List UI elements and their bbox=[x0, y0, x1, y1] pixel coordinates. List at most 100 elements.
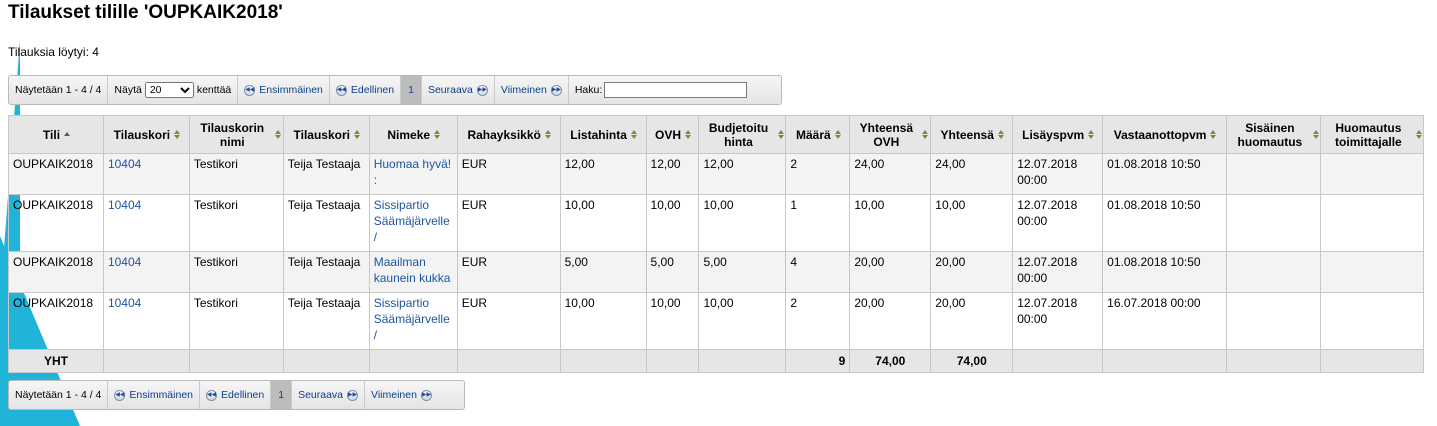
column-header-label: Yhteensä bbox=[940, 127, 994, 142]
basket-link[interactable]: 10404 bbox=[108, 198, 141, 212]
cell-total: 20,00 bbox=[930, 251, 1014, 293]
cell-basket-name: Testikori bbox=[188, 153, 284, 195]
column-header-content: Nimeke bbox=[387, 127, 441, 142]
search-label: Haku: bbox=[574, 84, 603, 96]
column-header-label: Nimeke bbox=[387, 127, 431, 142]
cell-ovh: 10,00 bbox=[645, 194, 700, 252]
totals-empty bbox=[282, 349, 370, 373]
search-input[interactable] bbox=[604, 82, 748, 98]
column-header-content: Budjetoitu hinta bbox=[703, 121, 784, 149]
cell-basket: 10404 bbox=[102, 194, 190, 252]
pager-info: Näytetään 1 - 4 / 4 bbox=[9, 76, 109, 104]
last-page-link[interactable]: Viimeinen bbox=[501, 84, 547, 96]
last-page-link[interactable]: Viimeinen bbox=[371, 389, 417, 401]
cell-budgeted: 5,00 bbox=[698, 251, 787, 293]
table-row: OUPKAIK2018 10404 Testikori Teija Testaaja H… bbox=[8, 153, 1425, 195]
column-header-received[interactable]: Vastaanottopvm bbox=[1102, 115, 1228, 154]
column-header-vendor-note[interactable]: Huomautus toimittajalle bbox=[1319, 115, 1425, 154]
cell-ovh: 12,00 bbox=[645, 153, 700, 195]
previous-page-button[interactable]: ◀◀ Edellinen bbox=[330, 76, 402, 104]
column-header-added[interactable]: Lisäyspvm bbox=[1012, 115, 1104, 154]
column-header-list-price[interactable]: Listahinta bbox=[559, 115, 647, 154]
column-header-basket-by[interactable]: Tilauskori bbox=[282, 115, 370, 154]
cell-vendor-note bbox=[1319, 153, 1425, 195]
orders-table: Tili Tilauskori Tilauskorin nimi Tilauskori… bbox=[8, 115, 1425, 373]
cell-total-ovh: 20,00 bbox=[849, 292, 932, 350]
last-page-button[interactable]: Viimeinen ▶▶ bbox=[365, 381, 438, 409]
cell-list-price: 12,00 bbox=[559, 153, 647, 195]
cell-received: 16.07.2018 00:00 bbox=[1102, 292, 1228, 350]
cell-basket-name: Testikori bbox=[188, 251, 284, 293]
pager-top: Näytetään 1 - 4 / 4 Näytä 102050100 kent… bbox=[8, 75, 782, 105]
cell-internal-note bbox=[1226, 153, 1321, 195]
first-page-link[interactable]: Ensimmäinen bbox=[259, 84, 323, 96]
column-header-content: Määrä bbox=[796, 128, 841, 142]
sort-icon bbox=[434, 130, 441, 139]
cell-internal-note bbox=[1226, 292, 1321, 350]
column-header-internal-note[interactable]: Sisäinen huomautus bbox=[1226, 115, 1321, 154]
cell-received: 01.08.2018 10:50 bbox=[1102, 153, 1228, 195]
first-page-button[interactable]: ◀◀ Ensimmäinen bbox=[108, 381, 201, 409]
cell-received: 01.08.2018 10:50 bbox=[1102, 194, 1228, 252]
column-header-currency[interactable]: Rahayksikkö bbox=[456, 115, 561, 154]
title-link[interactable]: Sissipartio Säämäjärvelle / bbox=[374, 198, 450, 244]
column-header-title[interactable]: Nimeke bbox=[368, 115, 458, 154]
column-header-total-ovh[interactable]: Yhteensä OVH bbox=[849, 115, 932, 154]
basket-link[interactable]: 10404 bbox=[108, 296, 141, 310]
next-page-link[interactable]: Seuraava bbox=[428, 84, 473, 96]
cell-quantity: 2 bbox=[785, 292, 851, 350]
cell-currency: EUR bbox=[456, 194, 561, 252]
cell-total-ovh: 24,00 bbox=[849, 153, 932, 195]
search-control: Haku: bbox=[569, 76, 753, 104]
cell-added: 12.07.2018 00:00 bbox=[1012, 153, 1104, 195]
cell-title: Sissipartio Säämäjärvelle / bbox=[368, 292, 458, 350]
next-page-button[interactable]: Seuraava ▶▶ bbox=[292, 381, 366, 409]
column-header-ovh[interactable]: OVH bbox=[645, 115, 700, 154]
current-page[interactable]: 1 bbox=[271, 381, 293, 409]
column-header-content: Tili bbox=[43, 128, 71, 142]
column-header-basket-name[interactable]: Tilauskorin nimi bbox=[188, 115, 284, 154]
cell-basket: 10404 bbox=[102, 292, 190, 350]
totals-empty bbox=[559, 349, 647, 373]
column-header-content: Tilauskori bbox=[293, 127, 360, 142]
column-header-quantity[interactable]: Määrä bbox=[785, 115, 851, 154]
last-page-button[interactable]: Viimeinen ▶▶ bbox=[495, 76, 569, 104]
column-header-content: Rahayksikkö bbox=[467, 127, 551, 142]
totals-empty bbox=[698, 349, 787, 373]
first-page-button[interactable]: ◀◀ Ensimmäinen bbox=[238, 76, 330, 104]
cell-budgeted: 12,00 bbox=[698, 153, 787, 195]
page-size-select[interactable]: 102050100 bbox=[144, 82, 194, 98]
previous-page-link[interactable]: Edellinen bbox=[351, 84, 394, 96]
previous-page-button[interactable]: ◀◀ Edellinen bbox=[200, 381, 272, 409]
next-page-button[interactable]: Seuraava ▶▶ bbox=[422, 76, 495, 104]
cell-basket-by: Teija Testaaja bbox=[282, 153, 370, 195]
title-link[interactable]: Huomaa hyvä! : bbox=[374, 157, 451, 187]
cell-total-ovh: 10,00 bbox=[849, 194, 932, 252]
table-row: OUPKAIK2018 10404 Testikori Teija Testaaja M… bbox=[8, 251, 1425, 293]
column-header-label: Tilauskori bbox=[293, 127, 350, 142]
cell-total: 10,00 bbox=[930, 194, 1014, 252]
column-header-label: OVH bbox=[654, 127, 681, 142]
cell-ovh: 5,00 bbox=[645, 251, 700, 293]
column-header-label: Rahayksikkö bbox=[467, 127, 541, 142]
cell-total: 24,00 bbox=[930, 153, 1014, 195]
previous-page-link[interactable]: Edellinen bbox=[221, 389, 264, 401]
totals-empty bbox=[456, 349, 561, 373]
title-link[interactable]: Maailman kaunein kukka bbox=[374, 255, 451, 285]
next-page-link[interactable]: Seuraava bbox=[298, 389, 343, 401]
column-header-total[interactable]: Yhteensä bbox=[930, 115, 1014, 154]
column-header-content: Vastaanottopvm bbox=[1114, 128, 1217, 142]
column-header-basket[interactable]: Tilauskori bbox=[102, 115, 190, 154]
first-page-icon: ◀◀ bbox=[244, 84, 256, 96]
results-count: Tilauksia löytyi: 4 bbox=[8, 45, 99, 59]
current-page[interactable]: 1 bbox=[401, 76, 422, 104]
basket-link[interactable]: 10404 bbox=[108, 157, 141, 171]
first-page-link[interactable]: Ensimmäinen bbox=[129, 389, 193, 401]
sort-icon bbox=[544, 130, 551, 139]
cell-added: 12.07.2018 00:00 bbox=[1012, 251, 1104, 293]
cell-basket: 10404 bbox=[102, 153, 190, 195]
basket-link[interactable]: 10404 bbox=[108, 255, 141, 269]
column-header-account[interactable]: Tili bbox=[8, 115, 104, 154]
column-header-budgeted[interactable]: Budjetoitu hinta bbox=[698, 115, 787, 154]
title-link[interactable]: Sissipartio Säämäjärvelle / bbox=[374, 296, 450, 342]
